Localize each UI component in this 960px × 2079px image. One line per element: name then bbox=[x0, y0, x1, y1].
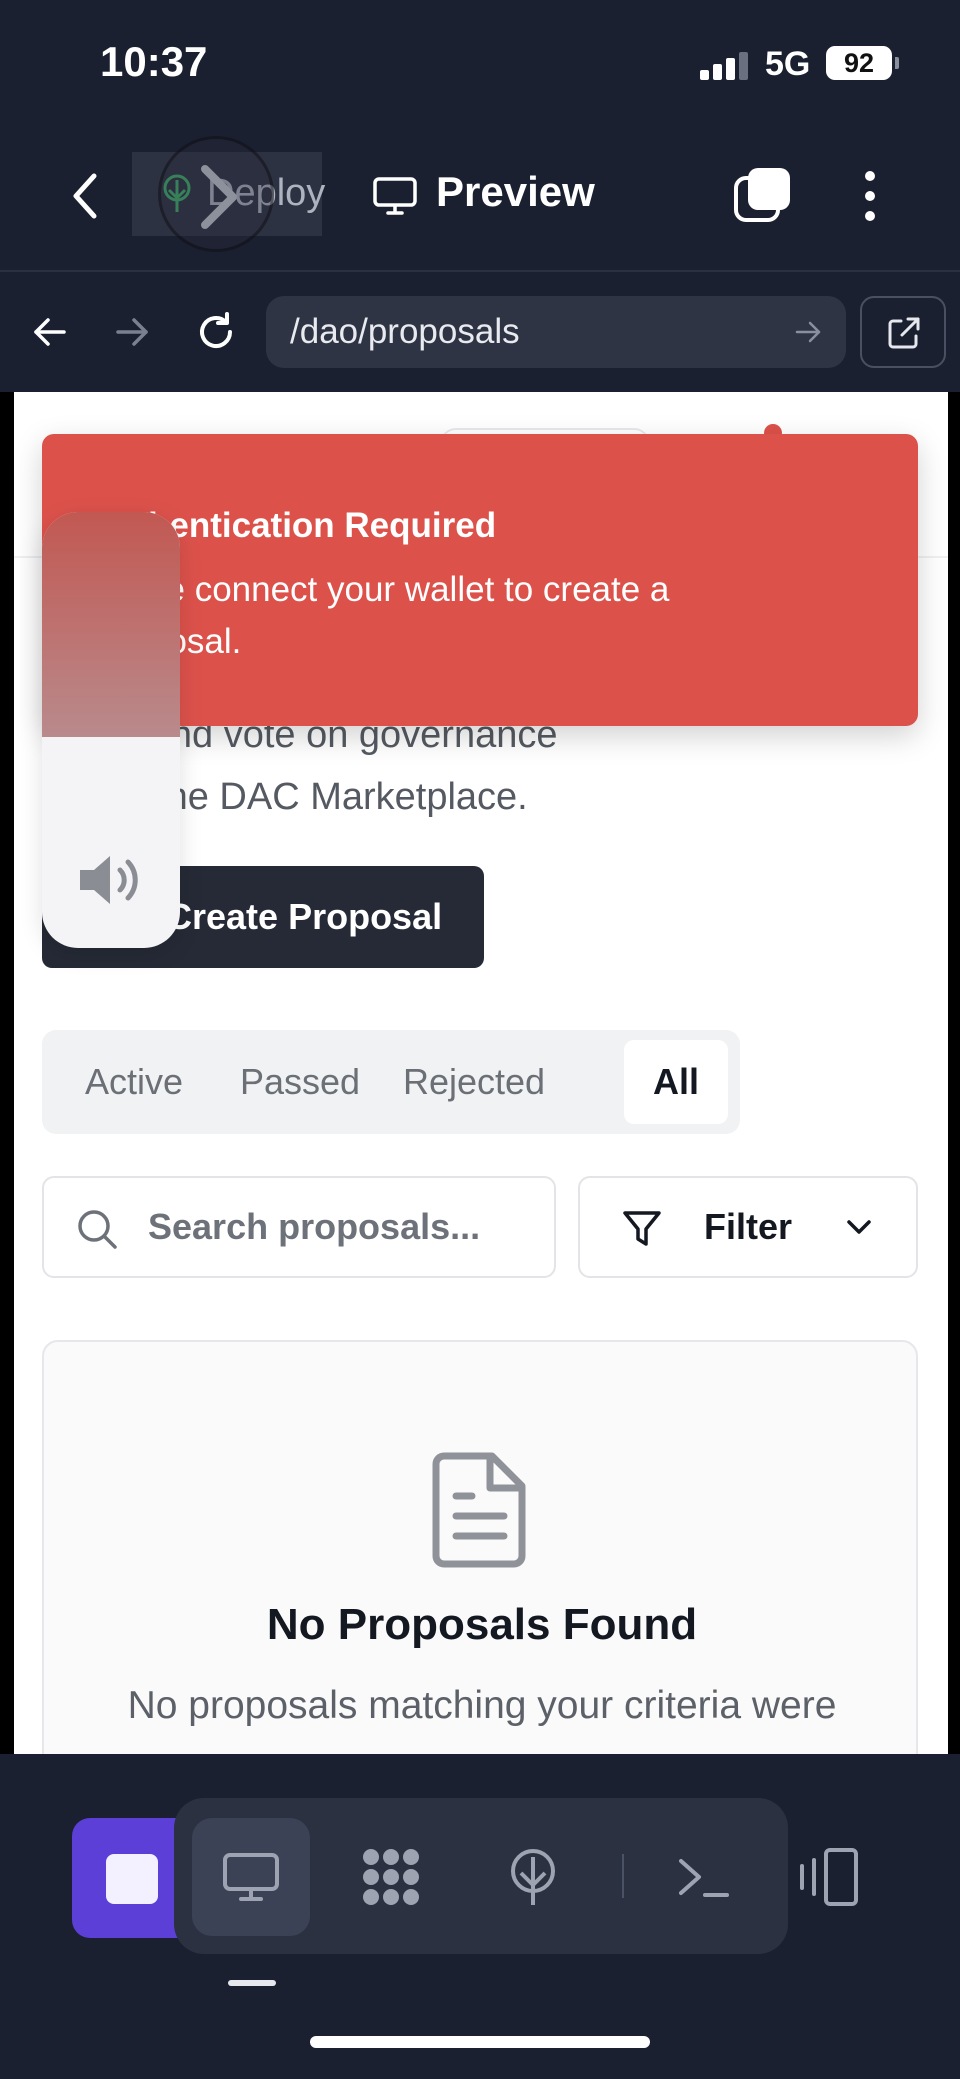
browser-back-icon[interactable] bbox=[30, 312, 70, 352]
dock-preview-button[interactable] bbox=[192, 1818, 310, 1936]
external-link-icon bbox=[888, 317, 920, 349]
filter-label: Filter bbox=[704, 1206, 793, 1247]
browser-forward-icon[interactable] bbox=[112, 312, 152, 352]
tree-icon bbox=[511, 1849, 555, 1905]
toast-title: hentication Required bbox=[148, 506, 497, 545]
stop-icon bbox=[106, 1854, 158, 1904]
drag-handle[interactable] bbox=[158, 136, 274, 252]
volume-level-fill bbox=[42, 512, 180, 737]
open-external-button[interactable] bbox=[860, 296, 946, 368]
dock-deploy-button[interactable] bbox=[474, 1818, 592, 1936]
screen-edge-right bbox=[948, 392, 960, 1754]
monitor-icon bbox=[373, 177, 417, 215]
search-icon bbox=[78, 1210, 117, 1249]
home-indicator[interactable] bbox=[310, 2036, 650, 2048]
empty-state-text: No proposals matching your criteria were bbox=[127, 1684, 837, 1727]
search-box bbox=[42, 1176, 556, 1278]
tab-active[interactable]: Active bbox=[52, 1040, 216, 1124]
tab-all[interactable]: All bbox=[624, 1040, 728, 1124]
monitor-icon bbox=[223, 1853, 279, 1901]
status-time: 10:37 bbox=[100, 38, 208, 85]
browser-bar: /dao/proposals bbox=[0, 272, 960, 392]
battery-level: 92 bbox=[843, 48, 875, 78]
filter-dropdown[interactable]: Filter bbox=[578, 1176, 918, 1278]
go-arrow-icon[interactable] bbox=[794, 318, 822, 346]
funnel-icon bbox=[623, 1211, 661, 1246]
grid-blobs-icon bbox=[363, 1849, 419, 1905]
terminal-icon bbox=[679, 1859, 729, 1897]
reload-icon[interactable] bbox=[194, 310, 238, 354]
dock-toolbar bbox=[174, 1798, 788, 1954]
signal-icon bbox=[700, 52, 750, 80]
tab-rejected[interactable]: Rejected bbox=[384, 1040, 564, 1124]
proposal-tabs: Active Passed Rejected All bbox=[42, 1030, 740, 1134]
empty-state-title: No Proposals Found bbox=[266, 1600, 698, 1649]
dock-assets-button[interactable] bbox=[332, 1818, 450, 1936]
panels-icon[interactable] bbox=[796, 1846, 862, 1908]
status-bar: 10:37 5G 92 bbox=[0, 0, 960, 120]
app-header: Deploy Preview bbox=[0, 120, 960, 270]
url-text: /dao/proposals bbox=[290, 312, 520, 351]
document-icon bbox=[432, 1452, 526, 1568]
more-icon[interactable] bbox=[858, 168, 882, 224]
network-type: 5G bbox=[765, 45, 811, 83]
dock-separator bbox=[622, 1854, 624, 1898]
back-icon[interactable] bbox=[66, 170, 106, 222]
chevron-down-icon bbox=[847, 1220, 871, 1234]
bottom-dock bbox=[0, 1754, 960, 2079]
empty-state-card: No Proposals Found No proposals matching… bbox=[42, 1340, 918, 1754]
speaker-icon bbox=[80, 856, 138, 904]
search-input[interactable] bbox=[148, 1206, 538, 1248]
dock-terminal-button[interactable] bbox=[644, 1818, 762, 1936]
tab-passed[interactable]: Passed bbox=[218, 1040, 382, 1124]
chevron-right-icon bbox=[201, 165, 237, 229]
screen-edge-left bbox=[0, 392, 14, 1754]
dock-active-indicator bbox=[228, 1980, 276, 1986]
volume-hud bbox=[42, 512, 180, 948]
toast-message: se connect your wallet to create a posal… bbox=[148, 564, 828, 668]
toast-message-line-1: se connect your wallet to create a bbox=[148, 570, 670, 609]
preview-tab[interactable]: Preview bbox=[436, 168, 595, 216]
battery-icon: 92 bbox=[826, 46, 899, 80]
tabs-icon[interactable] bbox=[732, 164, 794, 226]
url-field[interactable]: /dao/proposals bbox=[266, 296, 846, 368]
create-proposal-label: Create Proposal bbox=[166, 896, 443, 937]
